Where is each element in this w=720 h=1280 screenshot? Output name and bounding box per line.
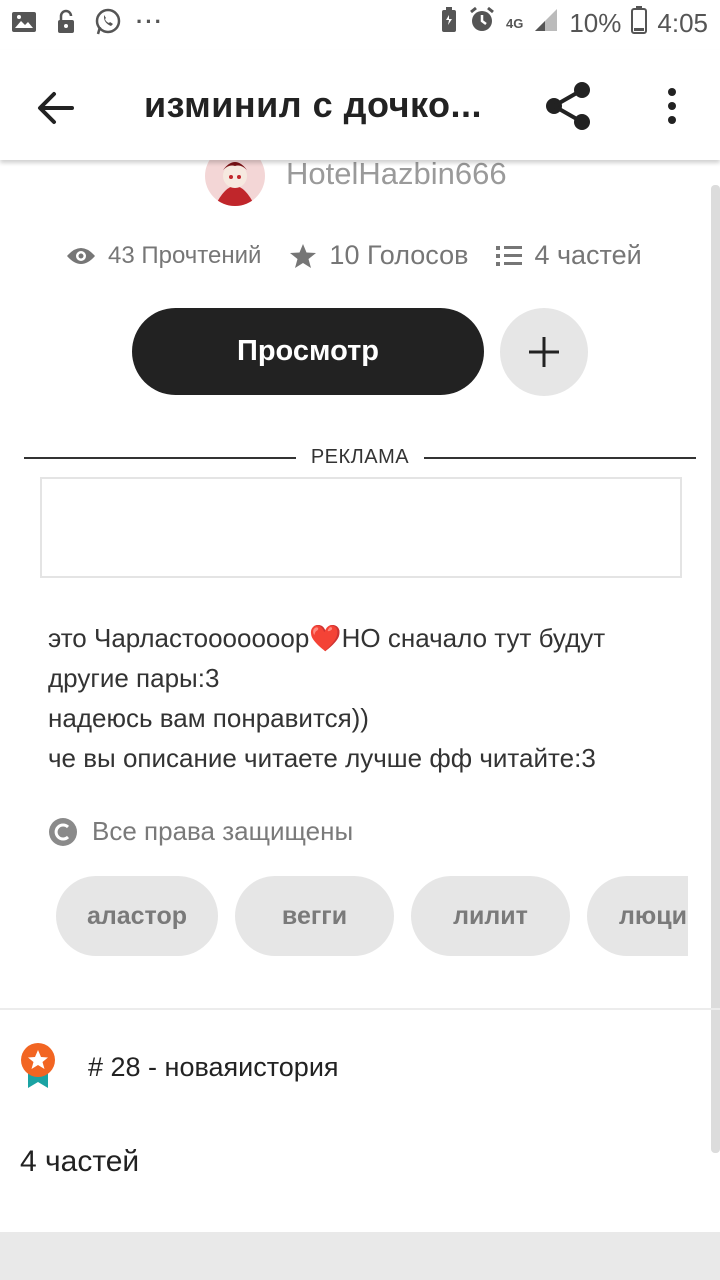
- more-notifications-icon: ···: [136, 9, 164, 34]
- signal-icon: [533, 7, 559, 40]
- tag-chip[interactable]: лилит: [411, 876, 570, 956]
- reads-count: 43 Прочтений: [108, 241, 262, 269]
- ad-label: РЕКЛАМА: [310, 446, 410, 468]
- whatsapp-icon: [94, 8, 122, 36]
- story-title: изминил с дочко...: [144, 84, 483, 125]
- description-line: че вы описание читаете лучше фф читайте:…: [48, 743, 596, 773]
- network-type-icon: 4G: [506, 16, 524, 31]
- tags-list: аластор вегги лилит люцифер: [56, 876, 688, 956]
- tag-chip[interactable]: аластор: [56, 876, 218, 956]
- battery-icon: [631, 6, 648, 41]
- gallery-icon: [10, 8, 38, 36]
- alarm-icon: [468, 6, 496, 41]
- arrow-left-icon: [38, 92, 74, 124]
- parts-heading: 4 частей: [20, 1145, 140, 1178]
- copyright-text: Все права защищены: [92, 816, 354, 846]
- clock: 4:05: [657, 8, 708, 38]
- more-options-button[interactable]: [660, 84, 684, 128]
- story-stats: 43 Прочтений 10 Голосов 4 частей: [66, 240, 642, 271]
- back-button[interactable]: [34, 86, 78, 130]
- copyright-notice: Все права защищены: [48, 816, 353, 847]
- ad-divider-left: [24, 457, 296, 459]
- ad-slot[interactable]: [40, 477, 682, 578]
- plus-icon: [529, 337, 559, 367]
- status-bar: ··· 4G 10% 4:05: [0, 0, 720, 50]
- section-divider: [0, 1008, 720, 1010]
- ranking-text[interactable]: # 28 - новаяистория: [88, 1052, 339, 1083]
- description-line: надеюсь вам понравится)): [48, 703, 369, 733]
- lock-icon: [52, 8, 80, 36]
- star-icon: [290, 243, 317, 268]
- tag-chip[interactable]: люцифер: [587, 876, 688, 956]
- description-line: это Чарластооооооор❤️НО сначало тут буду…: [48, 623, 606, 653]
- author-name[interactable]: HotelHazbin666: [286, 156, 507, 192]
- votes-stat: 10 Голосов: [289, 240, 468, 271]
- app-bar: изминил с дочко...: [0, 50, 720, 160]
- kebab-menu-icon: [668, 88, 676, 124]
- tag-chip[interactable]: вегги: [235, 876, 394, 956]
- read-button[interactable]: Просмотр: [132, 308, 484, 395]
- bottom-bar: [0, 1232, 720, 1280]
- eye-icon: [67, 247, 95, 264]
- votes-count: 10 Голосов: [329, 240, 469, 270]
- reads-stat: 43 Прочтений: [66, 242, 261, 270]
- share-icon: [546, 82, 590, 130]
- copyright-icon: [49, 817, 77, 846]
- ad-divider-right: [424, 457, 696, 459]
- parts-count: 4 частей: [534, 240, 642, 270]
- battery-saver-icon: [440, 6, 458, 41]
- ranking-badge-icon: [18, 1042, 58, 1090]
- list-icon: [496, 245, 523, 266]
- story-description: это Чарластооооооор❤️НО сначало тут буду…: [48, 618, 688, 778]
- description-line: другие пары:3: [48, 663, 220, 693]
- battery-percent: 10%: [569, 8, 622, 38]
- add-to-library-button[interactable]: [500, 308, 588, 396]
- share-button[interactable]: [542, 80, 594, 132]
- parts-stat: 4 частей: [496, 240, 642, 271]
